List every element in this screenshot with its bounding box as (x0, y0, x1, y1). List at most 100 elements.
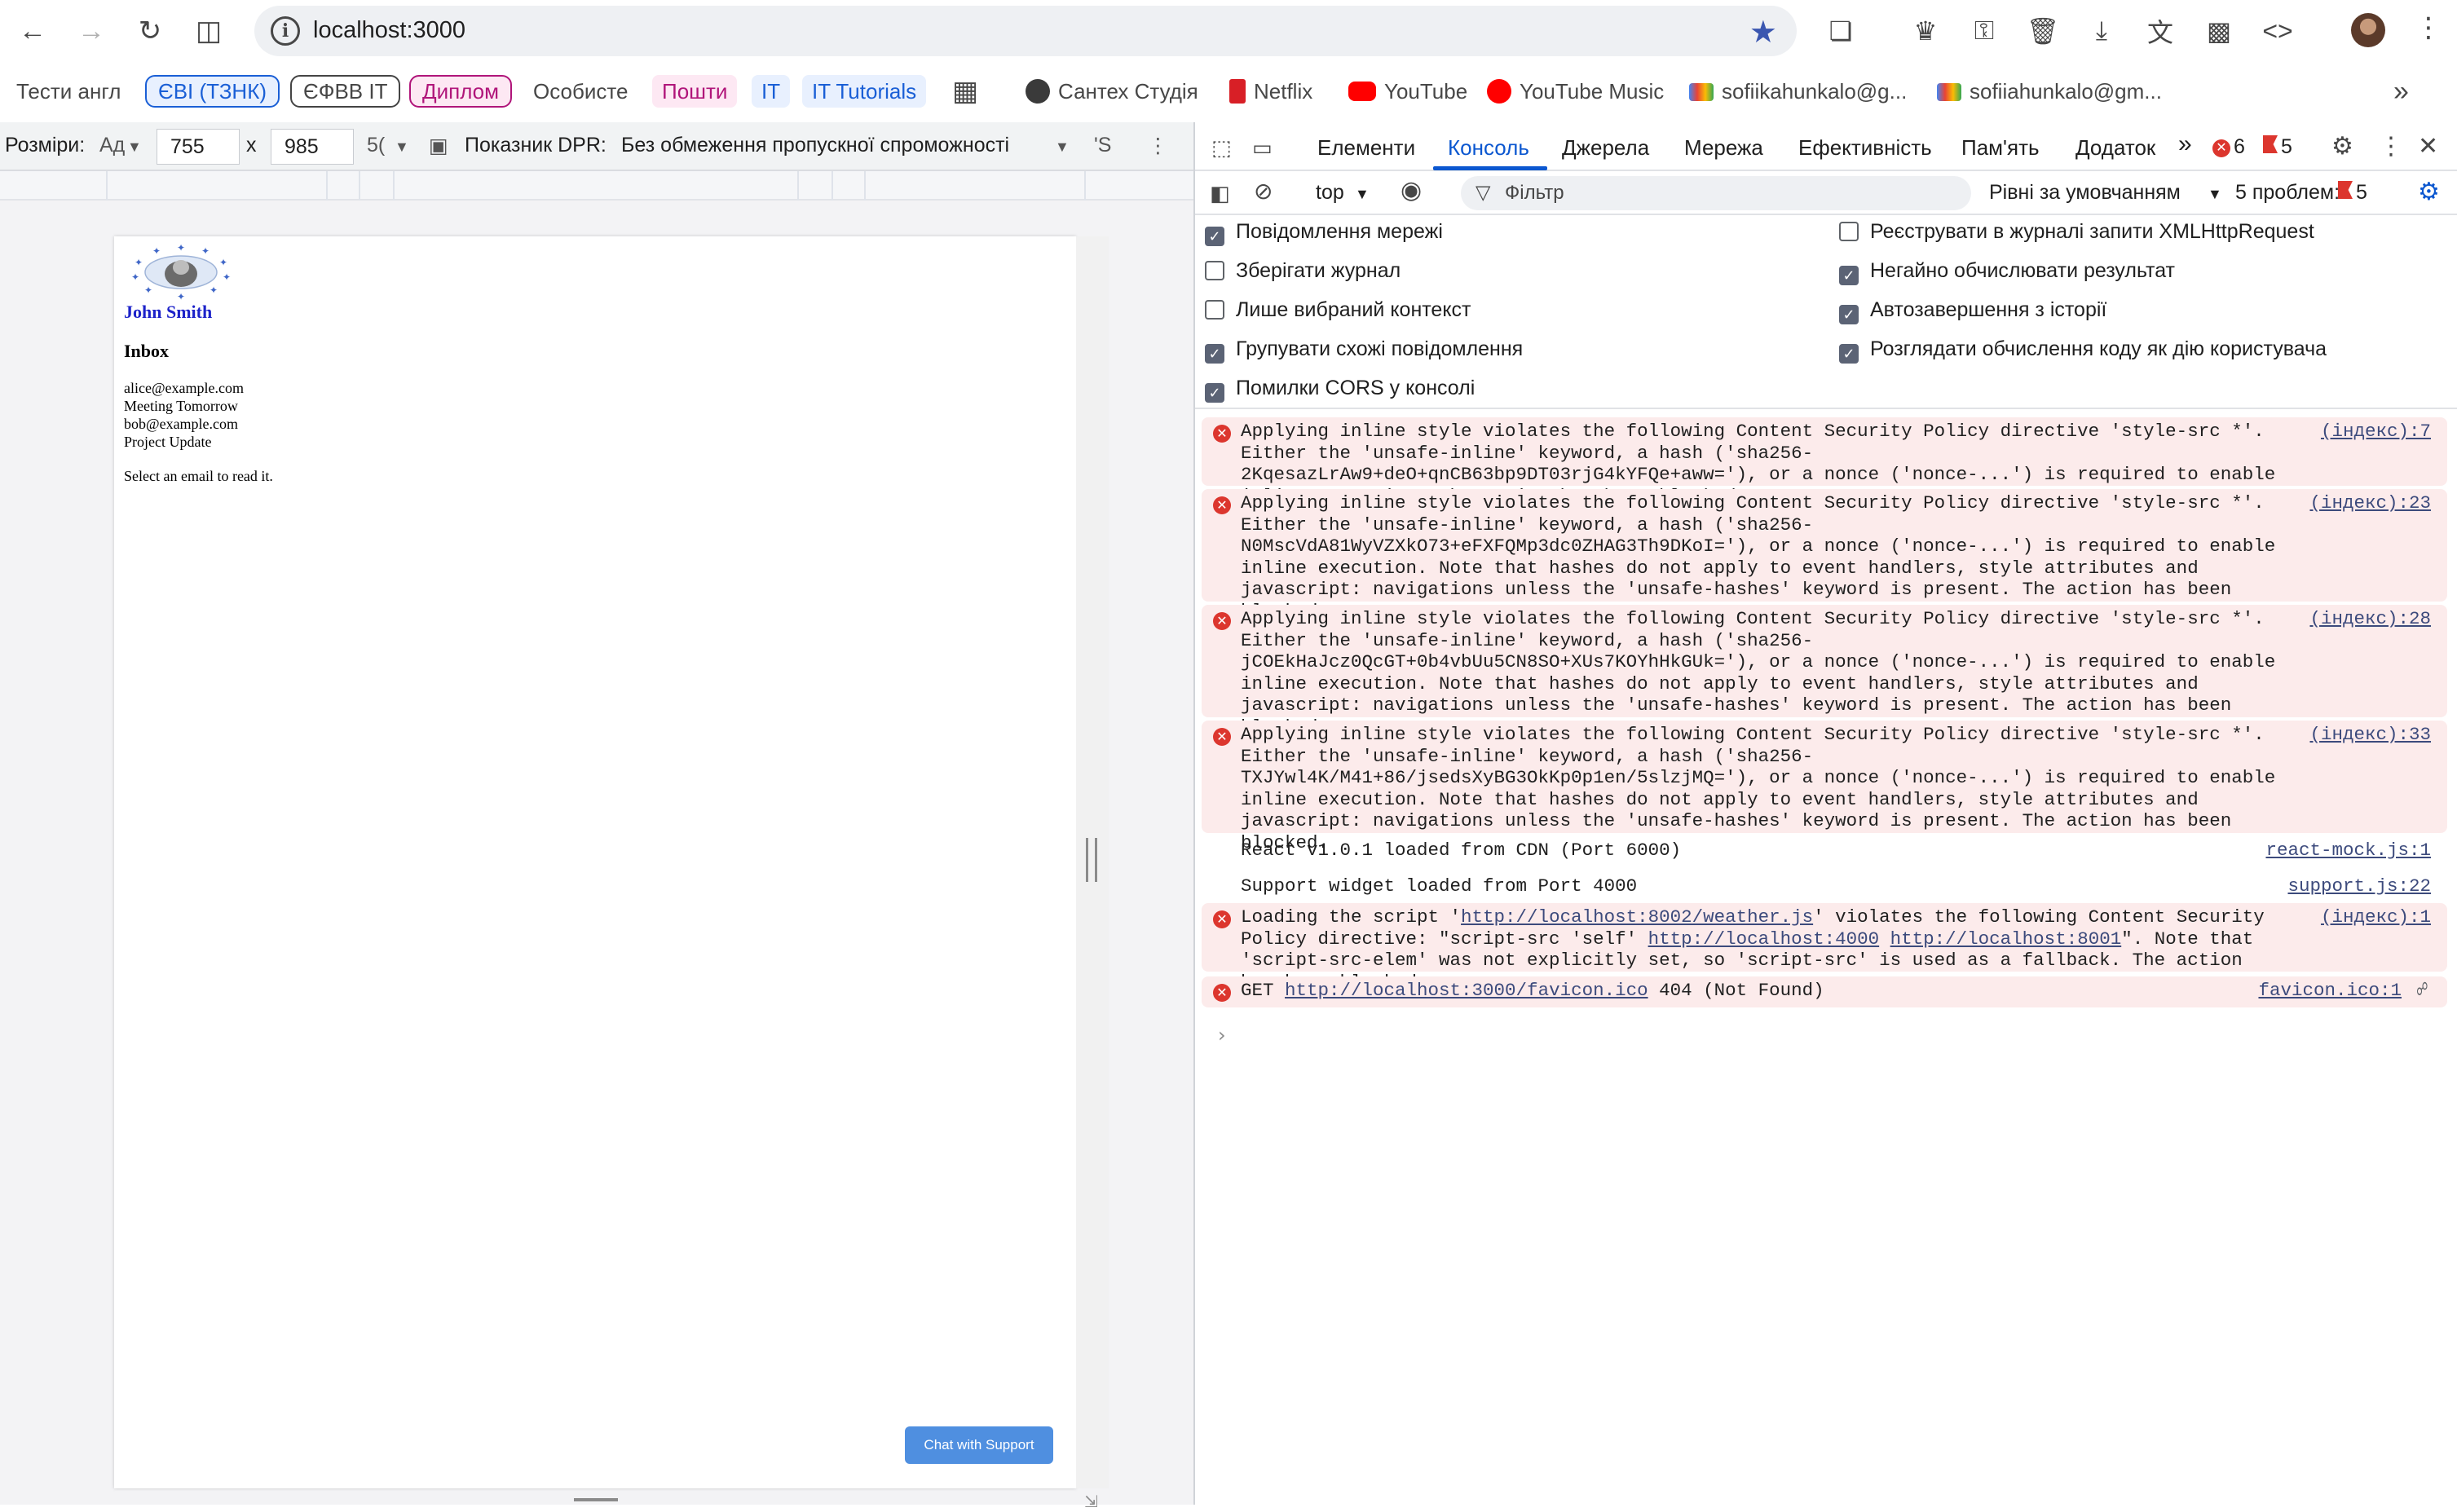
bookmark-item[interactable]: IT (752, 75, 791, 108)
log-levels-select[interactable]: Рівні за умовчанням (1989, 181, 2181, 205)
option-group-similar[interactable]: ✓ Групувати схожі повідомлення (1205, 337, 1523, 364)
email-sender[interactable]: alice@example.com (124, 380, 244, 397)
checkbox-checked[interactable]: ✓ (1205, 383, 1224, 403)
translate-icon[interactable]: 文 (2142, 13, 2178, 49)
bookmark-item[interactable]: sofiiahunkalo@gm... (1937, 75, 2162, 108)
tab-console[interactable]: Консоль (1448, 135, 1529, 161)
console-error-message[interactable]: ✕ GET http://localhost:3000/favicon.ico … (1202, 976, 2447, 1007)
option-autocomplete-history[interactable]: ✓ Автозавершення з історії (1839, 298, 2106, 324)
tab-sources[interactable]: Джерела (1562, 135, 1649, 161)
email-subject[interactable]: Project Update (124, 434, 211, 451)
problems-badge[interactable]: 5 (2338, 181, 2367, 205)
capture-icon[interactable]: ▣ (429, 134, 448, 158)
live-expression-eye-icon[interactable]: ◉ (1401, 176, 1422, 205)
checkbox-checked[interactable]: ✓ (1839, 305, 1859, 324)
password-key-icon[interactable]: ⚿ (1966, 13, 2002, 49)
extensions-icon[interactable]: ❏ (1823, 13, 1859, 49)
message-source-link[interactable]: (індекс):7 (2321, 421, 2431, 443)
width-input[interactable]: 755 (157, 129, 240, 165)
trash-icon[interactable]: 🗑 (2025, 13, 2061, 49)
console-error-message[interactable]: ✕ Applying inline style violates the fol… (1202, 605, 2447, 738)
profile-avatar[interactable] (2351, 13, 2385, 47)
inspect-element-icon[interactable]: ⬚ (1211, 135, 1232, 161)
bookmark-item[interactable]: Особисте (533, 75, 628, 108)
viewport-resize-handle[interactable] (1086, 838, 1097, 882)
settings-gear-icon[interactable]: ⚙ (2331, 132, 2353, 161)
chevron-down-icon[interactable]: ▼ (2208, 186, 2222, 203)
back-arrow-icon[interactable]: ← (13, 11, 52, 51)
csp-source-link[interactable]: http://localhost:4000 (1648, 928, 1880, 950)
tab-performance[interactable]: Ефективність (1798, 135, 1932, 161)
bookmark-item[interactable]: IT Tutorials (802, 75, 927, 108)
bookmark-item[interactable]: ЄВІ (ТЗНК) (145, 75, 280, 108)
chevron-down-icon[interactable]: ▼ (127, 139, 142, 156)
media-query-ruler[interactable] (0, 171, 1193, 201)
bookmark-item[interactable]: Netflix (1229, 75, 1312, 108)
more-bookmarks-icon[interactable]: » (2393, 75, 2409, 108)
apps-grid-icon[interactable]: ▦ (952, 75, 978, 108)
zoom-select[interactable]: 5( (367, 134, 385, 157)
checkbox-checked[interactable]: ✓ (1839, 344, 1859, 364)
network-globe-icon[interactable]: ☍ (2416, 980, 2428, 1002)
bookmark-item[interactable]: Диплом (409, 75, 513, 108)
reload-icon[interactable]: ↻ (130, 11, 170, 51)
console-error-message[interactable]: ✕ Applying inline style violates the fol… (1202, 417, 2447, 507)
download-icon[interactable]: ⤓ (2084, 13, 2120, 49)
message-source-link[interactable]: (індекс):33 (2309, 724, 2431, 746)
viewport-bottom-handle[interactable] (574, 1498, 618, 1501)
tab-network[interactable]: Мережа (1684, 135, 1763, 161)
option-network-messages[interactable]: ✓ Повідомлення мережі (1205, 220, 1443, 246)
console-filter-input[interactable]: ▽ Фільтр (1461, 176, 1971, 210)
chevron-down-icon[interactable]: ▼ (1355, 186, 1370, 203)
message-source-link[interactable]: react-mock.js:1 (2265, 840, 2431, 862)
chat-support-button[interactable]: Chat with Support (905, 1426, 1053, 1464)
split-view-icon[interactable]: ◫ (189, 11, 228, 51)
message-source-link[interactable]: favicon.ico:1 (2258, 980, 2402, 1002)
incognito-icon[interactable]: ♛ (1908, 13, 1943, 49)
close-devtools-icon[interactable]: ✕ (2418, 132, 2438, 161)
address-bar[interactable]: i localhost:3000 ★ (254, 6, 1797, 56)
message-source-link[interactable]: (індекс):23 (2309, 492, 2431, 514)
email-subject[interactable]: Meeting Tomorrow (124, 398, 238, 415)
throttling-select[interactable]: Без обмеження пропускної спроможності (621, 134, 1009, 157)
chevron-down-icon[interactable]: ▼ (395, 139, 409, 156)
sidebar-toggle-icon[interactable]: ◧ (1210, 181, 1230, 206)
console-settings-gear-icon[interactable]: ⚙ (2418, 178, 2440, 206)
console-log-message[interactable]: Support widget loaded from Port 4000 sup… (1202, 872, 2447, 903)
bookmark-item[interactable]: Сантех Студія (1026, 75, 1198, 108)
option-user-gesture[interactable]: ✓ Розглядати обчислення коду як дію корис… (1839, 337, 2327, 364)
bookmark-item[interactable]: YouTube (1348, 75, 1467, 108)
request-url-link[interactable]: http://localhost:3000/favicon.ico (1285, 980, 1648, 1001)
message-source-link[interactable]: support.js:22 (2287, 875, 2431, 897)
error-count-badge[interactable]: ✕ 6 (2212, 135, 2245, 159)
chevron-down-icon[interactable]: ▼ (1055, 139, 1070, 156)
device-toggle-icon[interactable]: ▭ (1252, 135, 1273, 161)
viewport-corner-handle[interactable]: ⇲ (1084, 1492, 1098, 1512)
forward-arrow-icon[interactable]: → (72, 11, 111, 51)
devtools-code-icon[interactable]: <> (2260, 13, 2296, 49)
message-source-link[interactable]: (індекс):28 (2309, 608, 2431, 630)
checkbox-unchecked[interactable] (1205, 261, 1224, 280)
bookmark-item[interactable]: sofiikahunkalo@g... (1689, 75, 1907, 108)
script-url-link[interactable]: http://localhost:8002/weather.js (1461, 906, 1813, 928)
bookmark-star-icon[interactable]: ★ (1749, 14, 1777, 51)
console-error-message[interactable]: ✕ Loading the script 'http://localhost:8… (1202, 903, 2447, 993)
qr-code-icon[interactable]: ▩ (2201, 13, 2237, 49)
checkbox-unchecked[interactable] (1839, 222, 1859, 241)
option-preserve-log[interactable]: Зберігати журнал (1205, 259, 1401, 283)
tab-memory[interactable]: Пам'ять (1961, 135, 2040, 161)
device-select[interactable]: Ад (99, 134, 125, 157)
bookmark-item[interactable]: YouTube Music (1487, 75, 1664, 108)
message-source-link[interactable]: (індекс):1 (2321, 906, 2431, 928)
site-info-icon[interactable]: i (271, 16, 300, 46)
url-text[interactable]: localhost:3000 (313, 17, 465, 44)
device-menu-icon[interactable]: ⋮ (1148, 134, 1168, 158)
console-prompt[interactable]: › (1218, 1024, 1226, 1047)
option-selected-context[interactable]: Лише вибраний контекст (1205, 298, 1471, 322)
console-error-message[interactable]: ✕ Applying inline style violates the fol… (1202, 721, 2447, 853)
context-select[interactable]: top (1316, 181, 1344, 205)
csp-source-link[interactable]: http://localhost:8001 (1890, 928, 2122, 950)
console-messages[interactable]: ✕ Applying inline style violates the fol… (1195, 411, 2457, 1505)
option-cors-errors[interactable]: ✓ Помилки CORS у консолі (1205, 377, 1475, 403)
issue-count-badge[interactable]: 5 (2263, 135, 2292, 159)
